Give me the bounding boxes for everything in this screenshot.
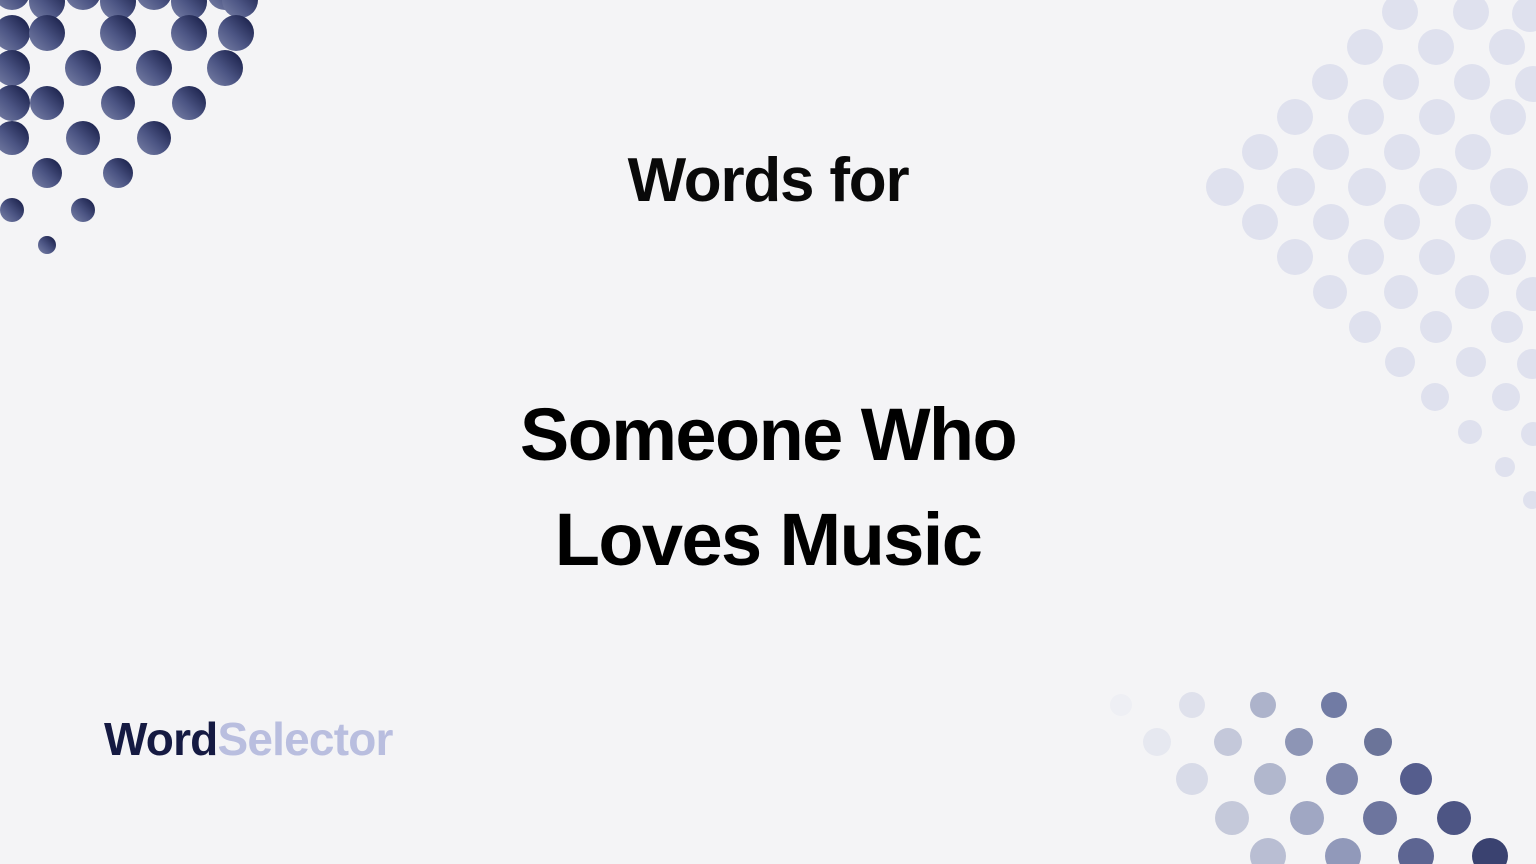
brand-word-primary: Word: [104, 713, 218, 765]
eyebrow-text: Words for: [627, 146, 910, 215]
brand-word-secondary: Selector: [217, 713, 394, 765]
poster-content: Words for Someone Who Loves Music WordSe…: [0, 0, 1536, 864]
poster-canvas: Words for Someone Who Loves Music WordSe…: [0, 0, 1536, 864]
headline-line-1: Someone Who: [519, 392, 1018, 476]
brand-logo[interactable]: WordSelector: [104, 716, 393, 762]
headline-line-2: Loves Music: [554, 497, 983, 581]
page-title: Someone Who Loves Music: [0, 382, 1536, 592]
